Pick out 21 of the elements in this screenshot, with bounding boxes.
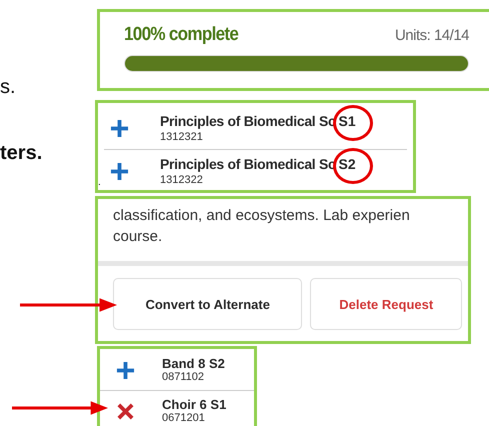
close-icon[interactable] xyxy=(116,402,135,420)
delete-button[interactable]: Delete Request xyxy=(310,278,462,330)
section-code: S2 xyxy=(338,156,356,172)
text-fragment: ters. xyxy=(0,143,42,163)
description-text: course. xyxy=(113,227,164,247)
description-text: classification, and ecosystems. Lab experien xyxy=(113,206,411,226)
plus-icon[interactable] xyxy=(110,162,129,180)
course-number: 1312322 xyxy=(160,174,204,186)
text-fragment: s. xyxy=(0,77,16,97)
section-code: S1 xyxy=(338,112,356,129)
course-number: 1312321 xyxy=(160,130,204,144)
convert-button[interactable]: Convert to Alternate xyxy=(113,278,302,330)
course-number: 0671201 xyxy=(162,412,206,425)
plus-icon[interactable] xyxy=(116,360,135,380)
course-name: Choir 6 S1 xyxy=(162,397,226,412)
plus-icon[interactable] xyxy=(110,118,129,138)
progress-label: 100% complete xyxy=(124,24,238,46)
course-name: Band 8 S2 xyxy=(162,356,225,372)
course-number: 0871102 xyxy=(162,371,206,384)
text-fragment: . xyxy=(98,178,101,188)
units-count: Units: 14/14 xyxy=(394,27,469,44)
